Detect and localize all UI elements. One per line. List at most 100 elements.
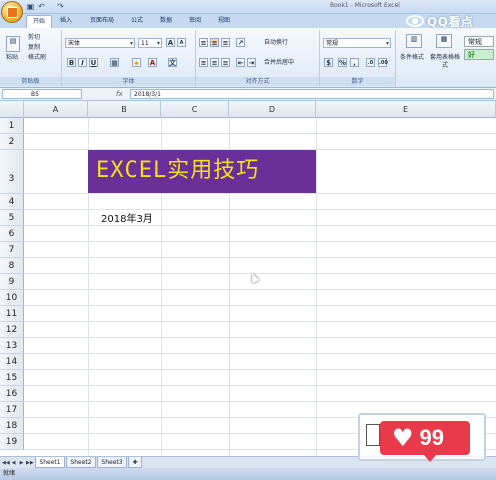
row-header-1[interactable]: 1 — [0, 118, 24, 134]
paste-icon[interactable]: ▤ — [6, 36, 20, 52]
gridline — [24, 257, 496, 258]
merge-center-button[interactable]: 合并后居中 — [264, 59, 294, 67]
undo-icon[interactable]: ↶ — [37, 2, 46, 11]
row-header-18[interactable]: 18 — [0, 418, 24, 434]
shrink-font-button[interactable]: A — [177, 38, 186, 47]
column-header-c[interactable]: C — [161, 101, 229, 118]
cut-button[interactable]: 剪切 — [28, 34, 40, 42]
row-header-2[interactable]: 2 — [0, 134, 24, 150]
align-right-icon[interactable]: ≡ — [221, 58, 230, 67]
row-header-15[interactable]: 15 — [0, 370, 24, 386]
prev-sheet-icon[interactable]: ◀ — [10, 459, 17, 467]
wrap-text-button[interactable]: 自动换行 — [264, 39, 288, 47]
row-header-8[interactable]: 8 — [0, 258, 24, 274]
font-name-select[interactable]: 宋体 — [65, 38, 135, 48]
align-center-icon[interactable]: ≡ — [210, 58, 219, 67]
formula-input[interactable]: 2018/3/1 — [130, 89, 494, 99]
gridline — [24, 353, 496, 354]
underline-button[interactable]: U — [89, 58, 98, 67]
gridline — [24, 385, 496, 386]
tab-view[interactable]: 视图 — [213, 15, 235, 28]
copy-button[interactable]: 复制 — [28, 44, 40, 52]
sheet-tab-1[interactable]: Sheet1 — [35, 457, 65, 468]
cell-b3[interactable]: EXCEL实用技巧 — [88, 149, 316, 193]
column-header-d[interactable]: D — [229, 101, 316, 118]
row-header-10[interactable]: 10 — [0, 290, 24, 306]
gridline — [24, 369, 496, 370]
row-header-13[interactable]: 13 — [0, 338, 24, 354]
tab-page-layout[interactable]: 页面布局 — [84, 15, 120, 28]
row-header-19[interactable]: 19 — [0, 434, 24, 450]
align-top-icon[interactable]: ≡ — [199, 38, 208, 47]
document-icon — [366, 424, 380, 446]
decrease-indent-icon[interactable]: ⇤ — [236, 58, 245, 67]
row-header-4[interactable]: 4 — [0, 194, 24, 210]
column-header-b[interactable]: B — [88, 101, 161, 118]
align-left-icon[interactable]: ≡ — [199, 58, 208, 67]
row-header-6[interactable]: 6 — [0, 226, 24, 242]
column-header-a[interactable]: A — [24, 101, 88, 118]
tab-home[interactable]: 开始 — [26, 15, 52, 28]
sheet-grid[interactable]: A B C D E 1 2 3 4 5 6 7 8 9 10 11 12 13 14 15 16 17 18 19 … — [0, 101, 496, 456]
conditional-format-icon[interactable]: ▥ — [406, 34, 422, 48]
font-size-select[interactable]: 11 — [138, 38, 162, 48]
row-header-16[interactable]: 16 — [0, 386, 24, 402]
increase-decimal-icon[interactable]: .0 — [366, 58, 375, 67]
currency-icon[interactable]: $ — [324, 58, 333, 67]
row-header-9[interactable]: 9 — [0, 274, 24, 290]
grow-font-button[interactable]: A — [166, 38, 175, 47]
office-button[interactable] — [1, 1, 23, 23]
orientation-icon[interactable]: ↗ — [236, 38, 245, 47]
window-title: Book1 - Microsoft Excel — [330, 2, 400, 9]
increase-indent-icon[interactable]: ⇥ — [247, 58, 256, 67]
row-header-5[interactable]: 5 — [0, 210, 24, 226]
phonetic-icon[interactable]: 文 — [168, 58, 177, 67]
insert-function-button[interactable]: fx — [116, 89, 128, 99]
like-button[interactable]: ♥ 99 — [380, 421, 470, 462]
percent-icon[interactable]: % — [338, 58, 347, 67]
row-header-11[interactable]: 11 — [0, 306, 24, 322]
tab-formulas[interactable]: 公式 — [126, 15, 148, 28]
save-icon[interactable]: ▣ — [26, 2, 35, 11]
bold-button[interactable]: B — [67, 58, 76, 67]
style-normal[interactable]: 常规 — [464, 36, 494, 47]
next-sheet-icon[interactable]: ▶ — [18, 459, 25, 467]
paste-button[interactable]: 粘贴 — [6, 54, 18, 62]
align-middle-icon[interactable]: ≡ — [210, 38, 219, 47]
first-sheet-icon[interactable]: ◀◀ — [2, 459, 10, 467]
styles-group: ▥ 条件格式 ▦ 套用表格格式 常规 好 — [396, 30, 496, 86]
tab-data[interactable]: 数据 — [155, 15, 177, 28]
gridline — [24, 241, 496, 242]
row-header-3[interactable]: 3 — [0, 150, 24, 194]
select-all-button[interactable] — [0, 101, 24, 118]
row-header-12[interactable]: 12 — [0, 322, 24, 338]
tab-insert[interactable]: 插入 — [55, 15, 77, 28]
number-format-select[interactable]: 常规 — [323, 38, 391, 48]
number-group: 常规 $ % , .0 .00 数字 — [320, 30, 396, 86]
number-label: 数字 — [320, 77, 395, 86]
fill-color-icon[interactable]: ◈ — [132, 58, 141, 67]
insert-sheet-icon[interactable]: ✚ — [128, 457, 142, 468]
row-header-7[interactable]: 7 — [0, 242, 24, 258]
table-format-icon[interactable]: ▦ — [436, 34, 452, 48]
tab-review[interactable]: 审阅 — [184, 15, 206, 28]
conditional-format-button[interactable]: 条件格式 — [400, 54, 424, 62]
table-format-button[interactable]: 套用表格格式 — [430, 54, 460, 70]
sheet-tab-2[interactable]: Sheet2 — [66, 457, 96, 468]
name-box[interactable]: B5 — [2, 89, 82, 99]
font-color-icon[interactable]: A — [148, 58, 157, 67]
align-bottom-icon[interactable]: ≡ — [221, 38, 230, 47]
comma-icon[interactable]: , — [350, 58, 359, 67]
style-good[interactable]: 好 — [464, 49, 494, 60]
redo-icon[interactable]: ↷ — [56, 2, 65, 11]
format-painter-button[interactable]: 格式刷 — [28, 54, 46, 62]
border-icon[interactable]: ▦ — [110, 58, 119, 67]
column-header-e[interactable]: E — [316, 101, 496, 118]
decrease-decimal-icon[interactable]: .00 — [378, 58, 388, 67]
italic-button[interactable]: I — [78, 58, 87, 67]
cell-b5[interactable]: 2018年3月 — [101, 210, 153, 225]
sheet-tab-3[interactable]: Sheet3 — [97, 457, 127, 468]
row-header-17[interactable]: 17 — [0, 402, 24, 418]
row-header-14[interactable]: 14 — [0, 354, 24, 370]
last-sheet-icon[interactable]: ▶▶ — [26, 459, 34, 467]
